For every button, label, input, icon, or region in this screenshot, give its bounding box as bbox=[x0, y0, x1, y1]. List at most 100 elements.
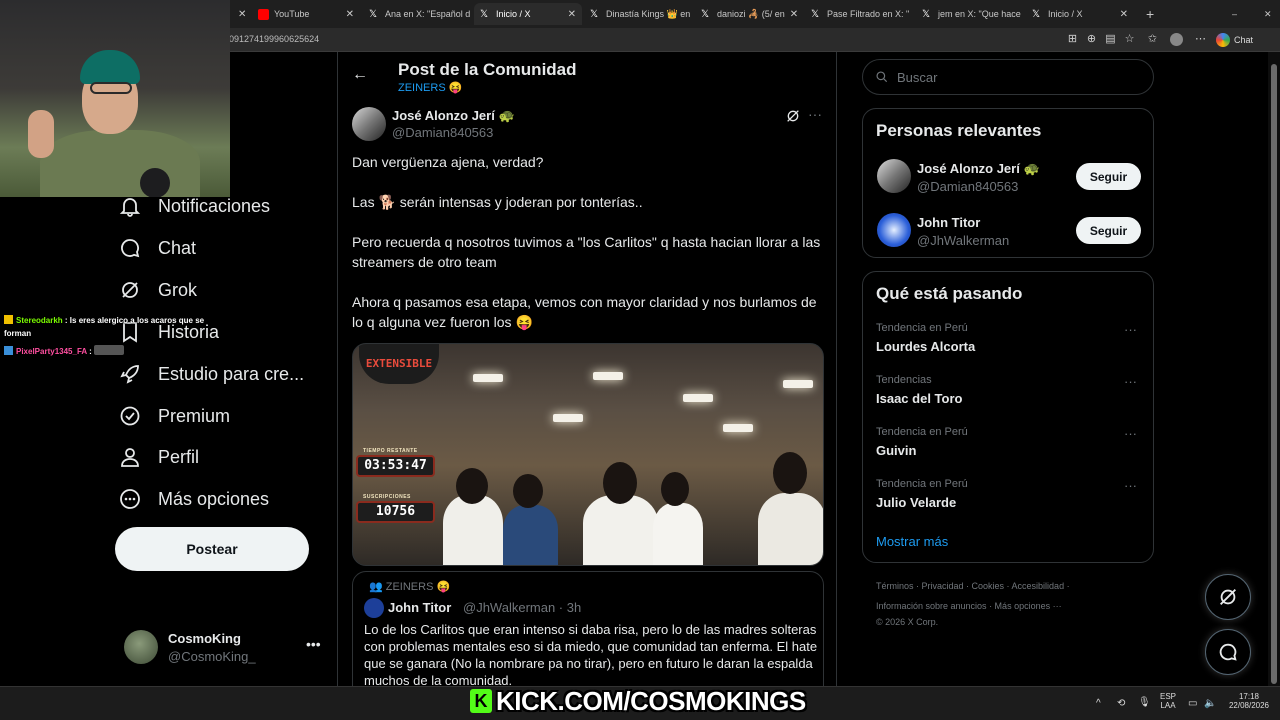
tab-x[interactable]: 𝕏 Inicio / X ✕ bbox=[1026, 3, 1134, 25]
tab-x-active[interactable]: 𝕏 Inicio / X ✕ bbox=[474, 3, 582, 25]
post-button[interactable]: Postear bbox=[115, 527, 309, 571]
more-icon[interactable]: ··· bbox=[1124, 322, 1137, 337]
chevron-up-icon[interactable]: ^ bbox=[1096, 698, 1101, 709]
search-icon bbox=[876, 71, 888, 83]
account-switcher[interactable]: CosmoKing @CosmoKing_ ••• bbox=[120, 628, 325, 668]
avatar[interactable] bbox=[877, 213, 911, 247]
follow-button[interactable]: Seguir bbox=[1076, 163, 1141, 190]
trend-name[interactable]: Guivin bbox=[876, 443, 916, 458]
zoom-icon[interactable]: ⊕ bbox=[1085, 33, 1098, 46]
person-name[interactable]: José Alonzo Jerí 🐢 bbox=[917, 161, 1040, 177]
tab-youtube[interactable]: YouTube ✕ bbox=[252, 3, 360, 25]
more-icon[interactable]: ··· bbox=[808, 106, 822, 122]
webcam-overlay bbox=[0, 0, 230, 197]
scrollbar-thumb[interactable] bbox=[1271, 64, 1277, 684]
clock[interactable]: 17:18 22/08/2026 bbox=[1226, 692, 1272, 710]
microphone-icon[interactable]: 🎙 bbox=[1138, 697, 1151, 708]
person-name[interactable]: John Titor bbox=[917, 215, 980, 230]
chat-bubble-icon bbox=[121, 239, 140, 258]
community-link[interactable]: ZEINERS 😝 bbox=[398, 81, 462, 94]
author-avatar[interactable] bbox=[352, 107, 386, 141]
reader-icon[interactable]: ▤ bbox=[1104, 33, 1117, 46]
more-icon[interactable]: ··· bbox=[1124, 478, 1137, 493]
quote-community: 👥 ZEINERS 😝 bbox=[369, 581, 451, 593]
x-logo-icon: 𝕏 bbox=[480, 8, 489, 20]
tab-x[interactable]: 𝕏 Dinastía Kings 👑 en✕ bbox=[584, 3, 692, 25]
show-more-link[interactable]: Mostrar más bbox=[876, 534, 948, 549]
grok-fab[interactable] bbox=[1205, 574, 1251, 620]
new-tab-button[interactable]: + bbox=[1140, 3, 1160, 25]
author-handle[interactable]: @Damian840563 bbox=[392, 125, 493, 140]
favorite-icon[interactable]: ☆ bbox=[1123, 33, 1136, 46]
close-icon[interactable]: ✕ bbox=[346, 9, 354, 20]
grok-icon[interactable] bbox=[785, 108, 801, 124]
ceiling-light bbox=[783, 380, 813, 388]
profile-icon[interactable] bbox=[1170, 33, 1183, 46]
nav-more-options[interactable]: Más opciones bbox=[118, 479, 269, 519]
quoted-post[interactable]: 👥 ZEINERS 😝 John Titor @JhWalkerman · 3h… bbox=[352, 571, 824, 686]
post-video[interactable]: EXTENSIBLE TIEMPO RESTANTE 03:53:47 SUSC… bbox=[352, 343, 824, 566]
trend-name[interactable]: Julio Velarde bbox=[876, 495, 956, 510]
x-logo-icon: 𝕏 bbox=[701, 8, 710, 20]
more-icon[interactable]: ··· bbox=[1124, 374, 1137, 389]
author-name[interactable]: José Alonzo Jerí 🐢 bbox=[392, 108, 515, 124]
split-screen-icon[interactable]: ⊞ bbox=[1066, 33, 1079, 46]
quote-avatar bbox=[364, 598, 384, 618]
tab-x[interactable]: 𝕏 Pase Filtrado en X: "✕ bbox=[805, 3, 913, 25]
scrollbar[interactable] bbox=[1268, 52, 1280, 686]
network-icon[interactable]: ▭ bbox=[1188, 698, 1197, 709]
favorites-icon[interactable]: ✩ bbox=[1146, 33, 1159, 46]
search-input[interactable]: Buscar bbox=[862, 59, 1154, 95]
close-icon[interactable]: ✕ bbox=[1120, 9, 1128, 20]
footer-links[interactable]: Términos · Privacidad · Cookies · Accesi… bbox=[876, 581, 1070, 591]
post-text-line: Pero recuerda q nosotros tuvimos a "los … bbox=[352, 234, 821, 270]
more-icon[interactable]: ··· bbox=[1124, 426, 1137, 441]
tab-x[interactable]: 𝕏 Ana en X: "Español d✕ bbox=[363, 3, 471, 25]
minimize-button[interactable]: – bbox=[1226, 3, 1240, 25]
language-indicator[interactable]: ESP LAA bbox=[1160, 692, 1176, 710]
trend-name[interactable]: Lourdes Alcorta bbox=[876, 339, 975, 354]
more-circle-icon bbox=[120, 489, 140, 509]
close-window-button[interactable]: ✕ bbox=[1258, 3, 1272, 25]
person bbox=[503, 505, 558, 565]
tab-x[interactable]: 𝕏 daniozi 🦂 (5/ en ✕ bbox=[695, 3, 803, 25]
streamer-glasses bbox=[90, 82, 132, 94]
close-icon[interactable]: ✕ bbox=[790, 9, 798, 20]
ceiling-light bbox=[723, 424, 753, 432]
avatar[interactable] bbox=[877, 159, 911, 193]
page-title: Post de la Comunidad bbox=[398, 60, 577, 79]
tab-x[interactable]: 𝕏 jem en X: "Que hace✕ bbox=[916, 3, 1024, 25]
ceiling-light bbox=[683, 394, 713, 402]
chat-emote bbox=[94, 345, 125, 355]
streamer-shirt bbox=[40, 130, 200, 197]
x-logo-icon: 𝕏 bbox=[922, 8, 931, 20]
url-text[interactable]: 091274199960625624 bbox=[229, 34, 319, 44]
tab-close-partial[interactable]: ✕ bbox=[232, 3, 252, 25]
copilot-chat-button[interactable]: Chat bbox=[1216, 32, 1253, 48]
nav-chat[interactable]: Chat bbox=[118, 228, 196, 268]
rocket-icon bbox=[120, 365, 139, 384]
trend-name[interactable]: Isaac del Toro bbox=[876, 391, 962, 406]
card-title: Personas relevantes bbox=[876, 121, 1042, 140]
footer-links[interactable]: Información sobre anuncios · Más opcione… bbox=[876, 601, 1062, 611]
verified-badge-icon bbox=[120, 406, 140, 426]
back-arrow-icon[interactable]: ← bbox=[352, 66, 368, 84]
post-text-line: Ahora q pasamos esa etapa, vemos con may… bbox=[352, 294, 817, 330]
nav-creator-studio[interactable]: Estudio para cre... bbox=[118, 354, 304, 394]
volume-icon[interactable]: 🔈 bbox=[1204, 698, 1216, 709]
person bbox=[443, 495, 503, 565]
person-head bbox=[513, 474, 543, 508]
more-icon[interactable]: ⋯ bbox=[1194, 33, 1207, 46]
nav-profile[interactable]: Perfil bbox=[118, 437, 199, 477]
messages-fab[interactable] bbox=[1205, 629, 1251, 675]
trends-card: Qué está pasando Tendencia en Perú Lourd… bbox=[862, 271, 1154, 563]
ceiling-light bbox=[473, 374, 503, 382]
nav-grok[interactable]: Grok bbox=[118, 270, 197, 310]
refresh-icon[interactable]: ⟲ bbox=[1117, 698, 1125, 709]
person-head bbox=[456, 468, 488, 504]
close-icon[interactable]: ✕ bbox=[568, 9, 576, 20]
nav-premium[interactable]: Premium bbox=[118, 396, 230, 436]
bell-icon bbox=[119, 198, 141, 217]
follow-button[interactable]: Seguir bbox=[1076, 217, 1141, 244]
copyright: © 2026 X Corp. bbox=[876, 617, 939, 627]
